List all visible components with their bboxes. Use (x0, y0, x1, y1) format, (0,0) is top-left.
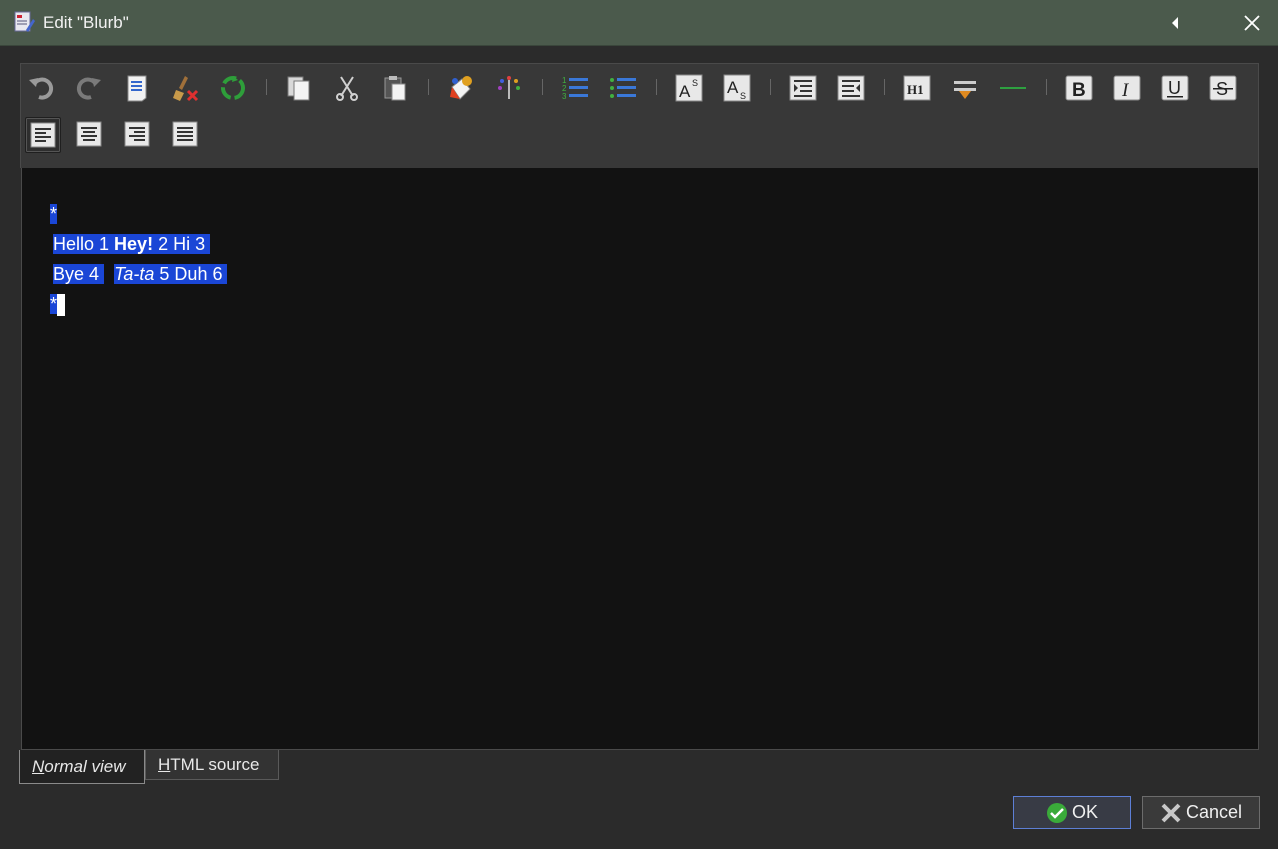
horizontal-rule-button[interactable] (997, 72, 1029, 104)
editor-line: Hello 1 Hey! 2 Hi 3 (33, 205, 211, 254)
recycle-icon (221, 76, 245, 100)
tab-mnemonic: H (158, 755, 171, 774)
cut-icon (336, 76, 358, 101)
toolbar-separator (656, 79, 657, 95)
subscript-label: A (727, 78, 739, 97)
tab-mnemonic: N (32, 757, 45, 776)
outdent-icon (837, 75, 865, 101)
new-document-icon (127, 75, 147, 102)
align-left-icon (30, 122, 56, 148)
text-color-button[interactable] (445, 72, 477, 104)
redo-icon (76, 77, 101, 100)
close-icon[interactable] (1242, 13, 1262, 33)
cancel-label: Cancel (1185, 802, 1243, 822)
check-icon (1046, 802, 1067, 823)
insert-break-button[interactable] (949, 72, 981, 104)
copy-button[interactable] (283, 72, 315, 104)
strikethrough-icon: S (1209, 75, 1237, 101)
tab-label: TML source (170, 755, 260, 774)
title-bar: Edit "Blurb" (0, 0, 1278, 46)
text-run: 5 Duh 6 (154, 264, 228, 284)
bullet-list-icon (610, 78, 636, 98)
collapse-icon[interactable] (1166, 13, 1186, 33)
superscript-button[interactable]: A S (673, 72, 705, 104)
selected-text: * (50, 294, 58, 314)
text-caret (57, 294, 66, 317)
toolbar-separator (884, 79, 885, 95)
superscript-sub-label: S (692, 78, 698, 88)
subscript-sub-label: S (740, 91, 746, 101)
underline-icon: U (1161, 75, 1189, 101)
toolbar-separator (542, 79, 543, 95)
bold-icon: B (1065, 75, 1093, 101)
tab-normal-view[interactable]: Normal view (19, 750, 145, 784)
redo-button[interactable] (73, 72, 105, 104)
italic-text-run: Ta-ta (114, 264, 155, 284)
ok-button[interactable]: OK (1013, 796, 1131, 829)
align-center-button[interactable] (73, 118, 105, 150)
toolbar-separator (428, 79, 429, 95)
ok-label: OK (1071, 802, 1098, 822)
numbered-list-icon: 1 2 3 (562, 76, 588, 101)
align-right-icon (124, 121, 150, 147)
new-document-button[interactable] (121, 72, 153, 104)
clear-formatting-button[interactable] (169, 72, 201, 104)
cancel-x-icon (1161, 803, 1181, 822)
bold-label: B (1072, 80, 1086, 101)
undo-button[interactable] (25, 72, 57, 104)
numbered-list-button[interactable]: 1 2 3 (559, 72, 591, 104)
align-right-button[interactable] (121, 118, 153, 150)
text-gap (104, 264, 114, 284)
italic-icon: I (1113, 75, 1141, 101)
cut-button[interactable] (331, 72, 363, 104)
horizontal-rule-icon (1000, 87, 1026, 89)
tab-label: ormal view (44, 757, 126, 776)
heading-icon: H1 (903, 75, 931, 101)
toolbar-separator (1046, 79, 1047, 95)
cancel-button[interactable]: Cancel (1142, 796, 1260, 829)
clear-formatting-icon (173, 76, 199, 102)
indent-button[interactable] (787, 72, 819, 104)
recycle-button[interactable] (217, 72, 249, 104)
svg-text:3: 3 (562, 92, 567, 101)
align-left-button[interactable] (25, 117, 61, 153)
insert-break-icon (954, 81, 976, 99)
background-color-button[interactable] (493, 72, 525, 104)
indent-icon (789, 75, 817, 101)
background-color-icon (498, 76, 520, 99)
toolbar-separator (266, 79, 267, 95)
outdent-button[interactable] (835, 72, 867, 104)
editor-line: * (30, 175, 58, 224)
bold-button[interactable]: B (1063, 72, 1095, 104)
align-justify-button[interactable] (169, 118, 201, 150)
window-title: Edit "Blurb" (43, 13, 129, 32)
tab-html-source[interactable]: HTML source (145, 750, 279, 780)
rich-text-editor[interactable]: * Hello 1 Hey! 2 Hi 3 Bye 4 Ta-ta 5 Duh … (21, 168, 1259, 750)
subscript-button[interactable]: A S (721, 72, 753, 104)
heading-button[interactable]: H1 (901, 72, 933, 104)
subscript-icon: A S (723, 74, 751, 102)
superscript-label: A (679, 82, 691, 101)
heading-label: H1 (907, 82, 924, 97)
editor-line: * (30, 265, 66, 317)
strikethrough-button[interactable]: S (1207, 72, 1239, 104)
align-justify-icon (172, 121, 198, 147)
superscript-icon: A S (675, 74, 703, 102)
italic-button[interactable]: I (1111, 72, 1143, 104)
formatting-toolbar: 1 2 3 A S A S H1 B I U S (20, 63, 1259, 168)
undo-icon (29, 77, 54, 100)
align-center-icon (76, 121, 102, 147)
text-color-icon (450, 76, 472, 100)
edit-document-icon (14, 11, 35, 32)
paste-button[interactable] (379, 72, 411, 104)
editor-line: Bye 4 Ta-ta 5 Duh 6 (33, 235, 228, 284)
bullet-list-button[interactable] (607, 72, 639, 104)
underline-label: U (1168, 78, 1181, 98)
underline-button[interactable]: U (1159, 72, 1191, 104)
copy-icon (287, 76, 310, 101)
toolbar-separator (770, 79, 771, 95)
paste-icon (384, 76, 406, 101)
